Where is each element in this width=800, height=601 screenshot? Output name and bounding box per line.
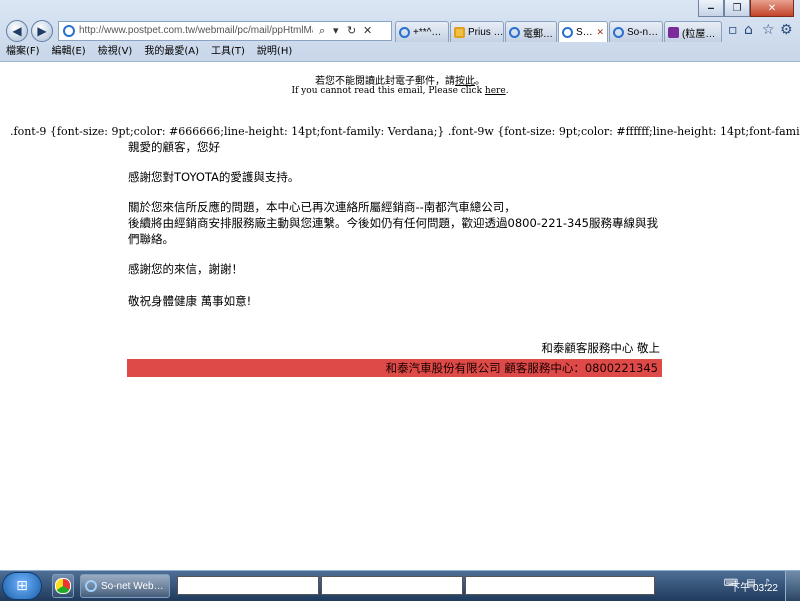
chrome-icon — [55, 578, 71, 594]
taskbar-slot[interactable] — [465, 576, 655, 595]
search-icon[interactable]: ⌕ — [319, 24, 325, 38]
menu-view[interactable]: 檢視(V) — [92, 44, 139, 60]
address-text[interactable]: http://www.postpet.com.tw/webmail/pc/mai… — [79, 25, 313, 36]
tab-3[interactable]: 電郵… — [505, 21, 557, 42]
tab-4-active[interactable]: S… ✕ — [558, 21, 608, 42]
menu-bar: 檔案(F) 編輯(E) 檢視(V) 我的最愛(A) 工具(T) 說明(H) — [0, 44, 800, 60]
tab-2[interactable]: Prius … — [450, 21, 504, 42]
notice-en: If you cannot read this email, Please cl… — [0, 86, 800, 96]
menu-favorites[interactable]: 我的最愛(A) — [138, 44, 205, 60]
taskbar-slot[interactable] — [321, 576, 463, 595]
clock[interactable]: 下午 03:22 — [730, 579, 778, 594]
tab-label: So-n… — [627, 26, 659, 38]
ie-icon — [399, 26, 410, 38]
show-desktop-button[interactable] — [785, 571, 800, 601]
arrow-left-icon: ◀ — [12, 24, 22, 38]
ie-icon — [85, 580, 97, 592]
back-button[interactable]: ◀ — [6, 20, 28, 42]
ie-icon — [562, 26, 573, 38]
tab-5[interactable]: So-n… — [609, 21, 663, 42]
note-icon — [454, 26, 465, 38]
menu-edit[interactable]: 編輯(E) — [46, 44, 92, 60]
home-icon[interactable]: ⌂ — [744, 22, 753, 38]
raw-css-text: .font-9 {font-size: 9pt;color: #666666;l… — [10, 125, 800, 138]
close-window-button[interactable]: ✕ — [750, 0, 794, 17]
gear-icon[interactable]: ⚙ — [780, 22, 793, 38]
windows-logo-icon: ⊞ — [16, 578, 28, 594]
signature: 和泰顧客服務中心 敬上 — [541, 341, 660, 355]
window-controls: ‒ ❐ ✕ — [698, 0, 794, 17]
start-button[interactable]: ⊞ — [2, 572, 42, 600]
address-bar[interactable]: http://www.postpet.com.tw/webmail/pc/mai… — [58, 21, 392, 41]
browser-chrome: ‒ ❐ ✕ ◀ ▶ http://www.postpet.com.tw/webm… — [0, 0, 800, 62]
tab-1[interactable]: +**^… — [395, 21, 449, 42]
menu-file[interactable]: 檔案(F) — [0, 44, 46, 60]
email-page: 若您不能閱讀此封電子郵件，請按此。 If you cannot read thi… — [0, 62, 800, 570]
notice-en-link[interactable]: here — [485, 86, 506, 96]
tab-label: +**^… — [413, 26, 442, 38]
taskbar-slot[interactable] — [177, 576, 319, 595]
ie-icon — [63, 25, 75, 37]
menu-help[interactable]: 說明(H) — [251, 44, 298, 60]
chrome-taskbar-button[interactable] — [52, 574, 74, 598]
minimize-button[interactable]: ‒ — [698, 0, 724, 17]
ie-icon — [509, 26, 520, 38]
ie-icon — [613, 26, 624, 38]
thanks2-paragraph: 感謝您的來信，謝謝！ — [128, 262, 243, 276]
tab-label: (粒屋… — [682, 28, 716, 40]
body-line: 關於您來信所反應的問題，本中心已再次連絡所屬經銷商--南都汽車總公司， — [128, 200, 516, 214]
ie-taskbar-label: So-net Web… — [101, 580, 164, 592]
tab-label: 電郵… — [523, 28, 553, 40]
thanks-paragraph: 感謝您對TOYOTA的愛護與支持。 — [128, 170, 300, 184]
notice-en-suffix: . — [505, 86, 509, 96]
refresh-icon[interactable]: ↻ — [347, 24, 356, 37]
body-line: 後續將由經銷商安排服務廠主動與您連繫。今後如仍有任何問題，歡迎透過0800-22… — [128, 216, 658, 246]
ie-taskbar-button[interactable]: So-net Web… — [80, 574, 170, 598]
navigation-row: ◀ ▶ http://www.postpet.com.tw/webmail/pc… — [0, 20, 800, 44]
arrow-right-icon: ▶ — [37, 24, 47, 38]
menu-tools[interactable]: 工具(T) — [205, 44, 251, 60]
tab-label: Prius … — [468, 26, 504, 38]
stop-icon[interactable]: ✕ — [363, 24, 372, 37]
notice-en-text: If you cannot read this email, Please cl… — [291, 86, 485, 96]
close-tab-icon[interactable]: ✕ — [596, 27, 604, 38]
forward-button[interactable]: ▶ — [31, 20, 53, 42]
wishes-paragraph: 敬祝身體健康 萬事如意! — [128, 294, 252, 308]
tab-6[interactable]: (粒屋… — [664, 21, 722, 42]
dropdown-icon[interactable]: ▾ — [333, 24, 339, 37]
tab-label: S… — [576, 26, 593, 38]
maximize-button[interactable]: ❐ — [724, 0, 750, 17]
favorites-star-icon[interactable]: ☆ — [762, 22, 775, 38]
new-tab-icon[interactable]: ▫ — [728, 22, 738, 38]
body-paragraph: 關於您來信所反應的問題，本中心已再次連絡所屬經銷商--南都汽車總公司， 後續將由… — [128, 199, 668, 247]
greeting: 親愛的顧客，您好 — [128, 140, 220, 154]
taskbar: ⊞ So-net Web… ⌨ ▤ ♪ 下午 03:22 — [0, 570, 800, 601]
footer-bar: 和泰汽車股份有限公司 顧客服務中心：0800221345 — [127, 359, 662, 377]
yahoo-icon — [668, 26, 679, 38]
notice-zh: 若您不能閱讀此封電子郵件，請按此。 — [0, 72, 800, 87]
